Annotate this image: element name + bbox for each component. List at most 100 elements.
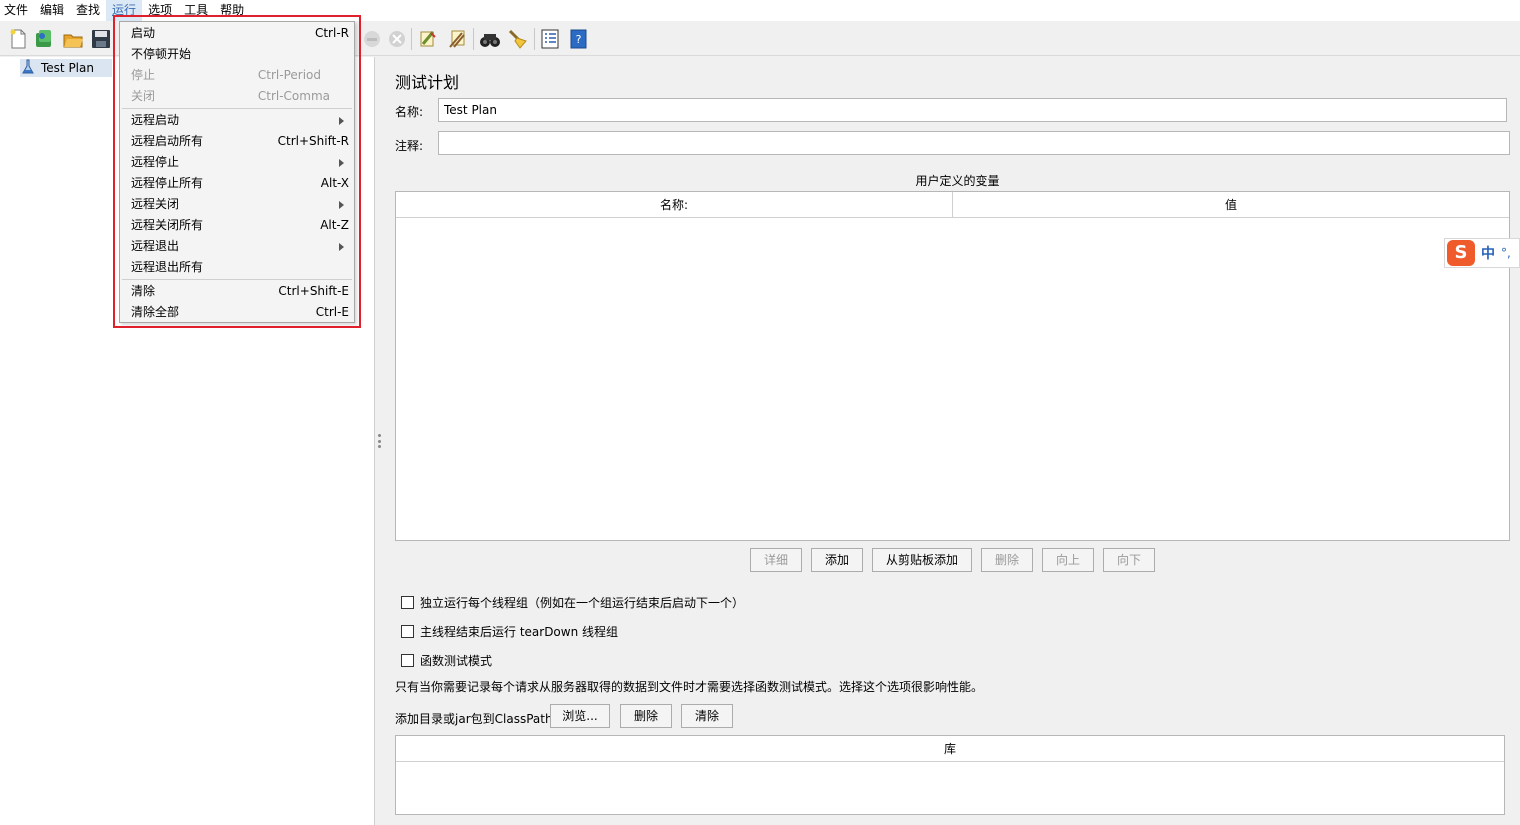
serialize-label: 独立运行每个线程组（例如在一个组运行结束后启动下一个） [420, 596, 745, 610]
svg-text:?: ? [576, 33, 582, 46]
reset-search-icon[interactable] [506, 27, 530, 51]
name-field[interactable]: Test Plan [438, 98, 1507, 122]
clear-icon[interactable] [416, 27, 440, 51]
menu-item-label: 远程退出 [131, 239, 180, 253]
functional-mode-option[interactable]: 函数测试模式 [401, 652, 492, 669]
sogou-logo-icon: S [1447, 240, 1475, 266]
menu-item-shortcut: Alt-Z [320, 218, 349, 232]
toolbar-separator [411, 28, 412, 50]
add-button[interactable]: 添加 [811, 548, 863, 572]
menu-bar: 文件 编辑 查找 运行 选项 工具 帮助 [0, 0, 1520, 21]
serialize-threadgroups-option[interactable]: 独立运行每个线程组（例如在一个组运行结束后启动下一个） [401, 594, 744, 611]
serialize-checkbox[interactable] [401, 596, 414, 609]
menu-run[interactable]: 运行 [106, 0, 143, 21]
run-menu-remote-exit-all[interactable]: 远程退出所有 [120, 257, 354, 278]
toolbar-separator [473, 28, 474, 50]
move-down-button[interactable]: 向下 [1103, 548, 1155, 572]
shutdown-icon[interactable] [360, 27, 384, 51]
run-menu-stop[interactable]: 停止 Ctrl-Period [120, 65, 354, 86]
run-menu-shutdown[interactable]: 关闭 Ctrl-Comma [120, 86, 354, 107]
variables-table-header: 名称: 值 [396, 192, 1509, 218]
comment-field[interactable] [438, 131, 1510, 155]
stop-icon[interactable] [385, 27, 409, 51]
tree-node-test-plan[interactable]: Test Plan [20, 59, 112, 77]
run-menu-remote-start[interactable]: 远程启动 [120, 110, 354, 131]
run-menu-dropdown: 启动 Ctrl-R 不停顿开始 停止 Ctrl-Period 关闭 Ctrl-C… [119, 21, 355, 323]
column-header-value[interactable]: 值 [952, 192, 1509, 217]
delete-button[interactable]: 删除 [981, 548, 1033, 572]
menu-separator [122, 279, 352, 280]
menu-edit[interactable]: 编辑 [34, 0, 70, 21]
classpath-label: 添加目录或jar包到ClassPath [395, 712, 553, 726]
run-menu-remote-shutdown-all[interactable]: 远程关闭所有 Alt-Z [120, 215, 354, 236]
menu-item-label: 清除全部 [131, 305, 180, 319]
help-icon[interactable]: ? [566, 27, 590, 51]
library-table[interactable]: 库 [395, 735, 1505, 815]
column-header-name[interactable]: 名称: [396, 192, 952, 217]
menu-item-label: 停止 [131, 68, 156, 82]
variables-title: 用户定义的变量 [915, 174, 1000, 188]
ime-punctuation[interactable]: °, [1501, 246, 1511, 260]
functional-mode-hint: 只有当你需要记录每个请求从服务器取得的数据到文件时才需要选择函数测试模式。选择这… [395, 680, 984, 694]
classpath-delete-button[interactable]: 删除 [620, 704, 672, 728]
run-menu-remote-shutdown[interactable]: 远程关闭 [120, 194, 354, 215]
menu-options[interactable]: 选项 [142, 0, 178, 21]
menu-help[interactable]: 帮助 [214, 0, 250, 21]
menu-item-shortcut: Ctrl+Shift-E [278, 284, 349, 298]
menu-item-label: 远程启动所有 [131, 134, 204, 148]
panel-title: 测试计划 [395, 73, 460, 92]
run-menu-remote-stop[interactable]: 远程停止 [120, 152, 354, 173]
clear-all-icon[interactable] [445, 27, 469, 51]
ime-mode[interactable]: 中 [1481, 243, 1495, 263]
teardown-label: 主线程结束后运行 tearDown 线程组 [420, 625, 619, 639]
name-label: 名称: [395, 105, 424, 119]
menu-item-label: 清除 [131, 284, 156, 298]
variables-table[interactable]: 名称: 值 [395, 191, 1510, 541]
run-menu-remote-stop-all[interactable]: 远程停止所有 Alt-X [120, 173, 354, 194]
submenu-arrow-icon [339, 117, 344, 125]
run-menu-start-no-pause[interactable]: 不停顿开始 [120, 44, 354, 65]
save-icon[interactable] [89, 27, 113, 51]
detail-button[interactable]: 详细 [750, 548, 802, 572]
menu-separator [122, 108, 352, 109]
menu-item-label: 远程退出所有 [131, 260, 204, 274]
ime-status-bar[interactable]: S 中 °, [1444, 238, 1520, 268]
menu-item-label: 关闭 [131, 89, 156, 103]
add-from-clipboard-button[interactable]: 从剪贴板添加 [872, 548, 972, 572]
browse-button[interactable]: 浏览... [550, 704, 610, 728]
menu-item-label: 远程关闭 [131, 197, 180, 211]
menu-item-label: 不停顿开始 [131, 47, 192, 61]
run-menu-remote-exit[interactable]: 远程退出 [120, 236, 354, 257]
templates-icon[interactable] [32, 27, 56, 51]
menu-item-label: 远程启动 [131, 113, 180, 127]
function-helper-icon[interactable] [538, 27, 562, 51]
submenu-arrow-icon [339, 159, 344, 167]
splitter-grip [378, 434, 381, 448]
run-menu-remote-start-all[interactable]: 远程启动所有 Ctrl+Shift-R [120, 131, 354, 152]
classpath-clear-button[interactable]: 清除 [681, 704, 733, 728]
move-up-button[interactable]: 向上 [1042, 548, 1094, 572]
tree-node-label: Test Plan [41, 61, 94, 75]
run-menu-start[interactable]: 启动 Ctrl-R [120, 23, 354, 44]
menu-tools[interactable]: 工具 [178, 0, 214, 21]
new-icon[interactable] [6, 27, 30, 51]
toolbar-separator [534, 28, 535, 50]
menu-item-label: 启动 [131, 26, 156, 40]
search-icon[interactable] [478, 27, 502, 51]
menu-item-shortcut: Ctrl+Shift-R [277, 134, 349, 148]
run-menu-clear[interactable]: 清除 Ctrl+Shift-E [120, 281, 354, 302]
menu-item-shortcut: Ctrl-R [314, 26, 349, 40]
comment-label: 注释: [395, 139, 424, 153]
menu-search[interactable]: 查找 [70, 0, 106, 21]
teardown-option[interactable]: 主线程结束后运行 tearDown 线程组 [401, 623, 618, 640]
functional-mode-checkbox[interactable] [401, 654, 414, 667]
teardown-checkbox[interactable] [401, 625, 414, 638]
menu-file[interactable]: 文件 [0, 0, 34, 21]
run-menu-clear-all[interactable]: 清除全部 Ctrl-E [120, 302, 354, 323]
menu-item-label: 远程停止 [131, 155, 180, 169]
open-icon[interactable] [61, 27, 85, 51]
functional-mode-label: 函数测试模式 [420, 654, 493, 668]
split-pane-divider[interactable] [376, 57, 384, 825]
column-header-library[interactable]: 库 [396, 736, 1504, 761]
menu-item-shortcut: Ctrl-Comma [257, 89, 330, 103]
